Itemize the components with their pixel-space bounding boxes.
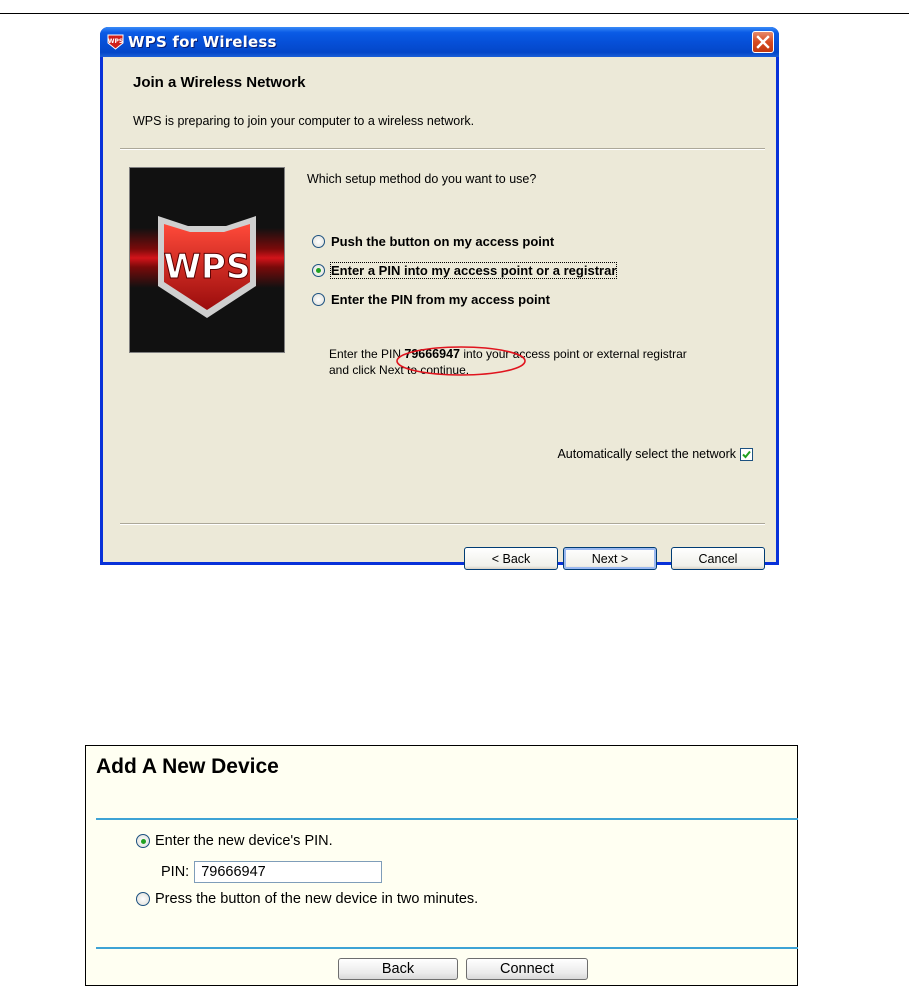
check-icon (742, 450, 751, 458)
radio-enter-pin-from-ap[interactable] (312, 292, 325, 306)
option-enter-device-pin[interactable]: Enter the new device's PIN. (136, 833, 333, 849)
header-separator (120, 148, 765, 150)
dialog-body: Join a Wireless Network WPS is preparing… (103, 57, 776, 570)
radio-enter-device-pin[interactable] (136, 834, 150, 848)
panel-footer-rule (96, 947, 798, 949)
auto-select-network-label: Automatically select the network (557, 447, 736, 461)
option-push-button-label: Push the button on my access point (331, 233, 555, 249)
wps-app-icon: WPS (107, 34, 124, 50)
page-header-rule (0, 13, 909, 14)
footer-separator (120, 523, 765, 525)
add-device-panel: Add A New Device Enter the new device's … (85, 745, 798, 986)
auto-select-network-option[interactable]: Automatically select the network (557, 447, 753, 461)
auto-select-network-checkbox[interactable] (740, 447, 753, 461)
option-press-button-label: Press the button of the new device in tw… (155, 891, 479, 907)
connect-button[interactable]: Connect (466, 958, 588, 980)
pin-highlight-circle (396, 346, 526, 376)
option-enter-pin-from-ap-label: Enter the PIN from my access point (331, 291, 550, 307)
svg-text:WPS: WPS (108, 38, 123, 45)
wps-logo-image: WPS (129, 167, 285, 353)
radio-enter-pin-into-ap[interactable] (312, 263, 325, 277)
option-enter-pin-from-ap[interactable]: Enter the PIN from my access point (312, 290, 550, 308)
close-button[interactable] (752, 31, 774, 53)
title-bar[interactable]: WPS WPS for Wireless (100, 27, 779, 57)
option-press-button[interactable]: Press the button of the new device in tw… (136, 891, 478, 907)
option-enter-device-pin-label: Enter the new device's PIN. (155, 833, 333, 849)
page-heading: Join a Wireless Network (133, 74, 306, 91)
pin-field-row: PIN: (161, 861, 383, 883)
next-button[interactable]: Next > (563, 547, 657, 570)
panel-header-rule (96, 818, 798, 820)
panel-title: Add A New Device (96, 755, 279, 778)
pin-input[interactable] (194, 861, 383, 883)
wps-logo-text: WPS (164, 247, 251, 287)
option-enter-pin-into-ap[interactable]: Enter a PIN into my access point or a re… (312, 261, 618, 279)
router-back-button[interactable]: Back (338, 958, 458, 980)
cancel-button[interactable]: Cancel (671, 547, 765, 570)
window-title: WPS for Wireless (128, 33, 277, 51)
option-enter-pin-into-ap-label: Enter a PIN into my access point or a re… (329, 261, 618, 279)
page-description: WPS is preparing to join your computer t… (133, 114, 475, 128)
setup-method-question: Which setup method do you want to use? (307, 172, 537, 186)
pin-label: PIN: (161, 864, 190, 880)
radio-push-button[interactable] (312, 234, 325, 248)
wps-dialog-window: WPS WPS for Wireless Join a Wireless Net… (100, 27, 779, 570)
close-icon (756, 35, 770, 49)
option-push-button[interactable]: Push the button on my access point (312, 232, 554, 250)
back-button[interactable]: < Back (464, 547, 558, 570)
radio-press-button[interactable] (136, 892, 150, 906)
